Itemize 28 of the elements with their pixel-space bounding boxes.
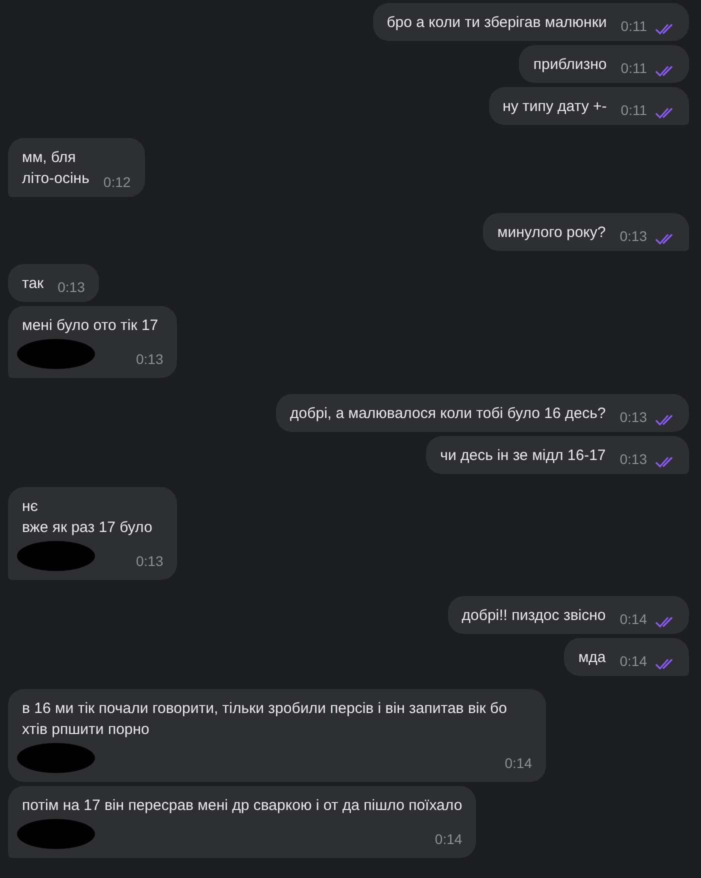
message-text: нє вже як раз 17 було — [22, 497, 152, 538]
message-time: 0:11 — [620, 17, 647, 36]
message-time: 0:13 — [136, 552, 164, 571]
message-text: мда — [578, 648, 606, 668]
message-time: 0:13 — [136, 350, 164, 369]
message-time: 0:13 — [58, 278, 85, 297]
message-time: 0:13 — [620, 227, 647, 246]
message-text: бро а коли ти зберігав малюнки — [386, 13, 607, 33]
message-text: чи десь ін зе мідл 16-17 — [440, 446, 606, 466]
message-time: 0:11 — [620, 59, 647, 78]
message-time: 0:14 — [620, 652, 647, 671]
message-text: добрі, а малювалося коли тобі було 16 десь? — [290, 404, 606, 424]
message-text: мені було ото тік 17 — [22, 316, 158, 336]
message-text: минулого року? — [497, 223, 606, 243]
message-time: 0:13 — [620, 408, 647, 427]
message-time: 0:14 — [620, 610, 647, 629]
message-time: 0:14 — [434, 830, 462, 849]
message-text: мм, бля літо-осінь — [22, 148, 90, 189]
message-text: так — [22, 274, 44, 294]
message-time: 0:11 — [620, 101, 647, 120]
message-time: 0:14 — [504, 754, 532, 773]
message-text: ну типу дату +- — [502, 97, 607, 117]
message-text: приблизно — [533, 55, 607, 75]
message-time: 0:12 — [103, 173, 131, 192]
message-text: потім на 17 він пересрав мені др сваркою і от да пішло поїхало — [22, 796, 462, 816]
message-text: добрі!! пиздос звісно — [462, 606, 606, 626]
message-text: в 16 ми тік почали говорити, тільки зробили персів і він запитав вік бо хтів рпшити порно — [22, 699, 508, 740]
message-time: 0:13 — [620, 450, 647, 469]
